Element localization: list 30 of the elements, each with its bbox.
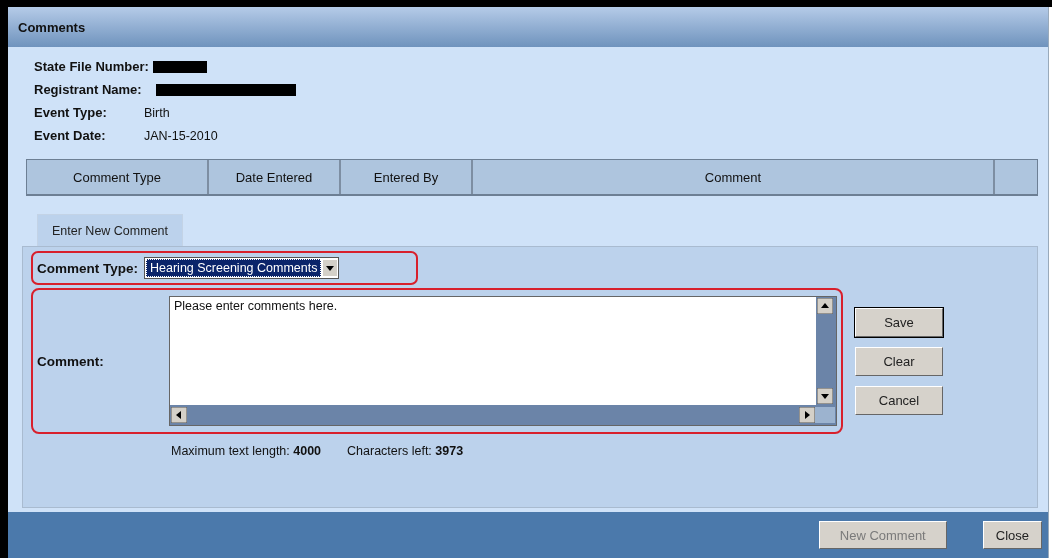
column-header: Entered By xyxy=(373,169,439,185)
scroll-up-icon[interactable] xyxy=(817,298,833,314)
field-label: Comment Type: xyxy=(37,260,138,276)
field-value: Birth xyxy=(144,105,170,120)
horizontal-scrollbar[interactable] xyxy=(170,405,836,425)
field-value: JAN-15-2010 xyxy=(144,128,218,143)
characters-left-note: Characters left: 3973 xyxy=(347,444,464,458)
action-button[interactable]: Clear xyxy=(855,347,943,376)
tab[interactable]: Enter New Comment xyxy=(37,214,183,246)
comment-type-select[interactable]: Hearing Screening Comments xyxy=(144,257,340,279)
action-button[interactable]: Cancel xyxy=(855,386,943,415)
scrollbar-corner xyxy=(815,407,835,423)
action-button[interactable]: Save xyxy=(855,308,943,337)
scroll-down-icon[interactable] xyxy=(817,388,833,404)
field-label: State File Number: xyxy=(34,59,149,74)
field-label: Event Type: xyxy=(34,105,108,120)
footer-button[interactable]: Close xyxy=(982,521,1042,549)
comment-textarea[interactable]: Please enter comments here. xyxy=(169,296,837,426)
field-label: Comment: xyxy=(37,353,105,369)
field-label: Registrant Name: xyxy=(34,82,143,97)
column-header: Comment xyxy=(704,169,762,185)
field-label: Event Date: xyxy=(34,128,107,143)
column-header: Date Entered xyxy=(235,169,313,185)
scroll-left-icon[interactable] xyxy=(171,407,187,423)
window-title: Comments xyxy=(18,19,86,35)
max-length-note: Maximum text length: 4000 xyxy=(171,444,322,458)
vertical-scrollbar[interactable] xyxy=(816,297,836,405)
column-header: Comment Type xyxy=(73,169,161,185)
scroll-right-icon[interactable] xyxy=(799,407,815,423)
comment-text: Please enter comments here. xyxy=(173,298,339,315)
